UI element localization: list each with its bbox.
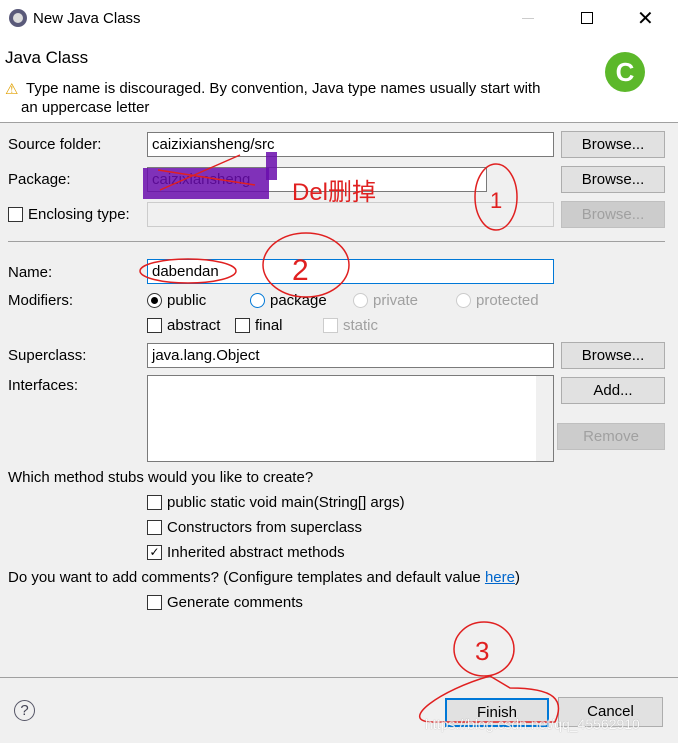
footer-divider xyxy=(0,677,678,678)
static-checkbox xyxy=(323,318,338,333)
divider xyxy=(8,241,665,242)
final-label: final xyxy=(255,317,283,334)
enclosing-type-input xyxy=(147,202,554,227)
enclosing-browse-button: Browse... xyxy=(561,201,665,228)
interfaces-label: Interfaces: xyxy=(8,377,79,394)
source-folder-browse-button[interactable]: Browse... xyxy=(561,131,665,158)
warning-icon: ⚠ xyxy=(5,81,19,98)
close-button[interactable]: ✕ xyxy=(637,6,654,31)
modifiers-label: Modifiers: xyxy=(8,292,74,309)
wizard-header: Java Class ⚠ Type name is discouraged. B… xyxy=(0,38,678,123)
interfaces-list[interactable] xyxy=(147,375,554,462)
inherited-checkbox[interactable]: ✓ xyxy=(147,545,162,560)
public-label: public xyxy=(167,292,207,309)
package-label: Package: xyxy=(8,171,71,188)
abstract-checkbox[interactable] xyxy=(147,318,162,333)
title-bar: New Java Class ✕ xyxy=(0,0,678,38)
constructors-checkbox[interactable] xyxy=(147,520,162,535)
private-radio xyxy=(353,293,368,308)
static-label: static xyxy=(343,317,379,334)
protected-radio xyxy=(456,293,471,308)
enclosing-type-label: Enclosing type: xyxy=(28,206,130,223)
protected-label: protected xyxy=(476,292,539,309)
package-browse-button[interactable]: Browse... xyxy=(561,166,665,193)
generate-comments-label: Generate comments xyxy=(167,594,303,611)
package-modifier-label: package xyxy=(270,292,327,309)
abstract-label: abstract xyxy=(167,317,221,334)
svg-text:C: C xyxy=(616,57,635,87)
warning-message-2: an uppercase letter xyxy=(21,99,150,116)
eclipse-icon xyxy=(9,9,27,27)
configure-templates-link[interactable]: here xyxy=(485,569,515,586)
stubs-question: Which method stubs would you like to cre… xyxy=(8,469,314,486)
final-checkbox[interactable] xyxy=(235,318,250,333)
comments-question-text: Do you want to add comments? (Configure … xyxy=(8,569,485,586)
name-label: Name: xyxy=(8,264,53,281)
page-title: Java Class xyxy=(5,48,89,67)
package-radio[interactable] xyxy=(250,293,265,308)
warning-message: Type name is discouraged. By convention,… xyxy=(26,80,541,97)
private-label: private xyxy=(373,292,419,309)
comments-question-end: ) xyxy=(514,569,520,586)
source-folder-label: Source folder: xyxy=(8,136,102,153)
remove-interface-button: Remove xyxy=(557,423,665,450)
help-icon[interactable]: ? xyxy=(14,700,35,721)
constructors-label: Constructors from superclass xyxy=(167,519,363,536)
watermark: https://blog.csdn.net/qq_45562910 xyxy=(425,716,640,732)
main-stub-label: public static void main(String[] args) xyxy=(167,494,405,511)
name-input[interactable]: dabendan xyxy=(147,259,554,284)
comments-question: Do you want to add comments? (Configure … xyxy=(8,569,520,586)
number-3: 3 xyxy=(475,636,489,666)
source-folder-input[interactable]: caizixiansheng/src xyxy=(147,132,554,157)
package-value: caizixiansheng xyxy=(152,171,251,188)
superclass-label: Superclass: xyxy=(8,347,87,364)
window-title: New Java Class xyxy=(33,10,141,27)
minimize-button[interactable] xyxy=(522,18,534,19)
public-radio[interactable] xyxy=(147,293,162,308)
main-stub-checkbox[interactable] xyxy=(147,495,162,510)
maximize-button[interactable] xyxy=(581,12,593,24)
superclass-input[interactable]: java.lang.Object xyxy=(147,343,554,368)
package-input[interactable]: caizixiansheng xyxy=(147,167,487,192)
enclosing-type-checkbox[interactable] xyxy=(8,207,23,222)
java-class-icon: C xyxy=(605,52,645,92)
generate-comments-checkbox[interactable] xyxy=(147,595,162,610)
circle-3 xyxy=(453,621,515,677)
interfaces-scrollbar[interactable] xyxy=(536,376,553,461)
inherited-label: Inherited abstract methods xyxy=(167,544,345,561)
add-interface-button[interactable]: Add... xyxy=(561,377,665,404)
superclass-browse-button[interactable]: Browse... xyxy=(561,342,665,369)
